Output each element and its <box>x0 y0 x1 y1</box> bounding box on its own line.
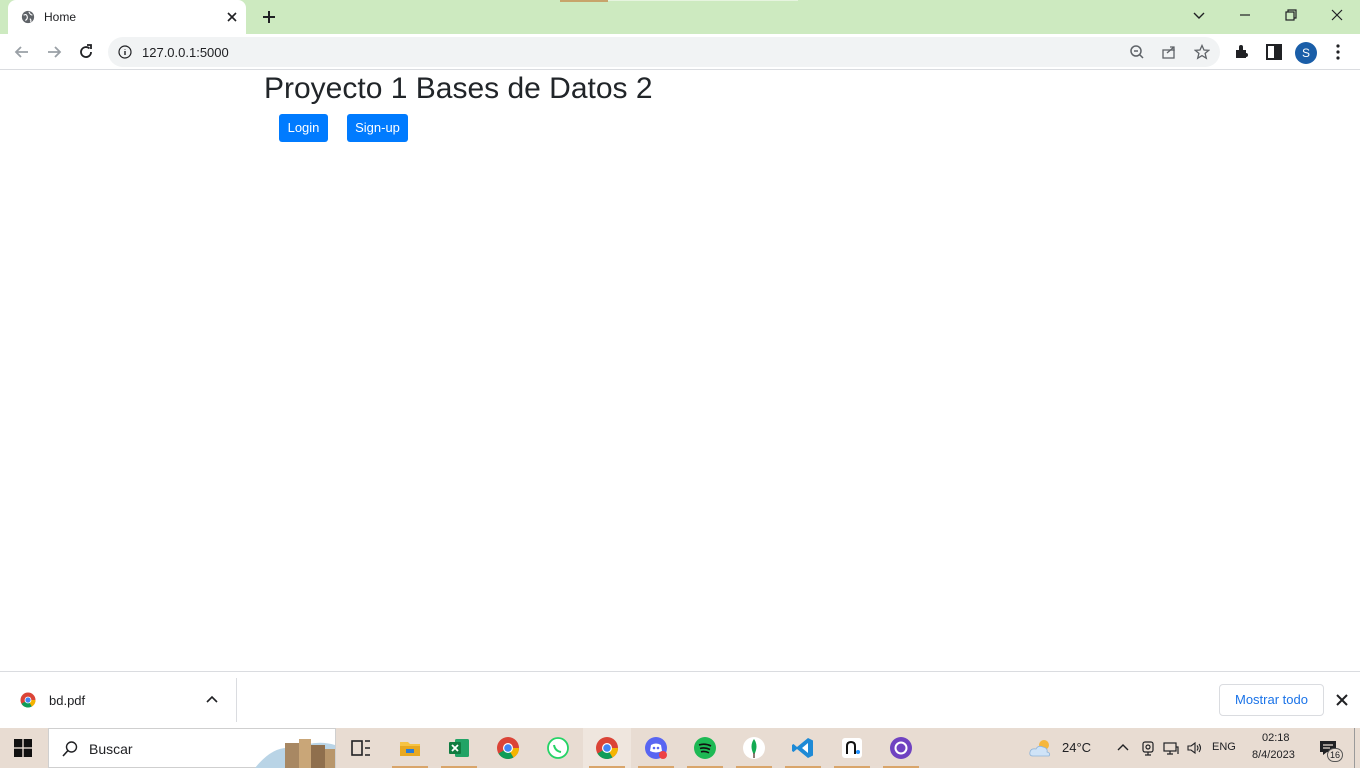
shelf-divider <box>236 678 237 722</box>
profile-avatar[interactable]: S <box>1295 42 1317 64</box>
tab-strip-accent <box>560 0 608 2</box>
minimize-icon[interactable] <box>1236 6 1254 24</box>
address-bar[interactable]: 127.0.0.1:5000 <box>108 37 1220 67</box>
forward-icon[interactable] <box>44 42 64 62</box>
task-view-icon[interactable] <box>349 736 373 760</box>
mongodb-compass-icon[interactable] <box>742 736 766 760</box>
file-explorer-icon[interactable] <box>398 736 422 760</box>
spotify-icon[interactable] <box>693 736 717 760</box>
clock-date[interactable]: 8/4/2023 <box>1252 749 1295 761</box>
github-desktop-icon[interactable] <box>889 736 913 760</box>
windows-taskbar: Buscar 24°C ENG 02:18 8/4/2023 16 <box>0 728 1360 768</box>
volume-icon[interactable] <box>1186 740 1202 756</box>
download-shelf: bd.pdf Mostrar todo <box>0 671 1360 728</box>
share-icon[interactable] <box>1161 44 1177 60</box>
extensions-icon[interactable] <box>1232 42 1252 62</box>
side-panel-icon[interactable] <box>1264 42 1284 62</box>
browser-tab-home[interactable]: Home <box>8 0 246 34</box>
url-text[interactable]: 127.0.0.1:5000 <box>142 45 229 60</box>
bookmark-star-icon[interactable] <box>1194 44 1210 60</box>
tab-title: Home <box>44 10 77 24</box>
browser-toolbar: 127.0.0.1:5000 S <box>0 34 1360 70</box>
new-tab-icon[interactable] <box>260 8 278 26</box>
excel-icon[interactable] <box>447 736 471 760</box>
whatsapp-icon[interactable] <box>546 736 570 760</box>
search-icon <box>62 741 78 757</box>
restore-icon[interactable] <box>1282 6 1300 24</box>
discord-icon[interactable] <box>644 736 668 760</box>
webcam-icon[interactable] <box>1140 740 1156 756</box>
notification-count-badge: 16 <box>1327 748 1343 762</box>
clock-time[interactable]: 02:18 <box>1262 732 1290 744</box>
show-all-downloads-button[interactable]: Mostrar todo <box>1219 684 1324 716</box>
taskbar-search[interactable]: Buscar <box>48 728 336 768</box>
close-tab-icon[interactable] <box>224 9 240 25</box>
back-icon[interactable] <box>12 42 32 62</box>
login-button[interactable]: Login <box>279 114 328 142</box>
close-shelf-icon[interactable] <box>1335 693 1349 707</box>
page-title: Proyecto 1 Bases de Datos 2 <box>264 72 653 105</box>
input-language[interactable]: ENG <box>1212 741 1236 753</box>
postman-icon[interactable] <box>840 736 864 760</box>
chevron-down-icon[interactable] <box>1190 6 1208 24</box>
site-info-icon[interactable] <box>118 45 132 59</box>
signup-button[interactable]: Sign-up <box>347 114 408 142</box>
vscode-icon[interactable] <box>791 736 815 760</box>
reload-icon[interactable] <box>76 42 96 62</box>
chrome-icon[interactable] <box>496 736 520 760</box>
close-window-icon[interactable] <box>1328 6 1346 24</box>
more-menu-icon[interactable] <box>1328 42 1348 62</box>
show-desktop-button[interactable] <box>1354 728 1355 768</box>
tray-overflow-chevron-icon[interactable] <box>1115 740 1131 756</box>
chrome-file-icon <box>20 692 36 708</box>
tab-strip-accent-light <box>608 0 798 1</box>
tab-strip: Home <box>0 0 1360 34</box>
zoom-icon[interactable] <box>1129 44 1145 60</box>
weather-temperature[interactable]: 24°C <box>1062 740 1091 755</box>
search-highlight-image <box>255 739 335 768</box>
weather-partly-cloudy-icon[interactable] <box>1028 738 1054 758</box>
chevron-up-icon[interactable] <box>205 693 219 707</box>
download-file-name[interactable]: bd.pdf <box>49 693 85 708</box>
network-icon[interactable] <box>1163 740 1179 756</box>
globe-icon <box>21 10 35 24</box>
search-placeholder: Buscar <box>89 741 133 757</box>
windows-start-icon[interactable] <box>14 739 32 757</box>
chrome-active-icon[interactable] <box>595 736 619 760</box>
